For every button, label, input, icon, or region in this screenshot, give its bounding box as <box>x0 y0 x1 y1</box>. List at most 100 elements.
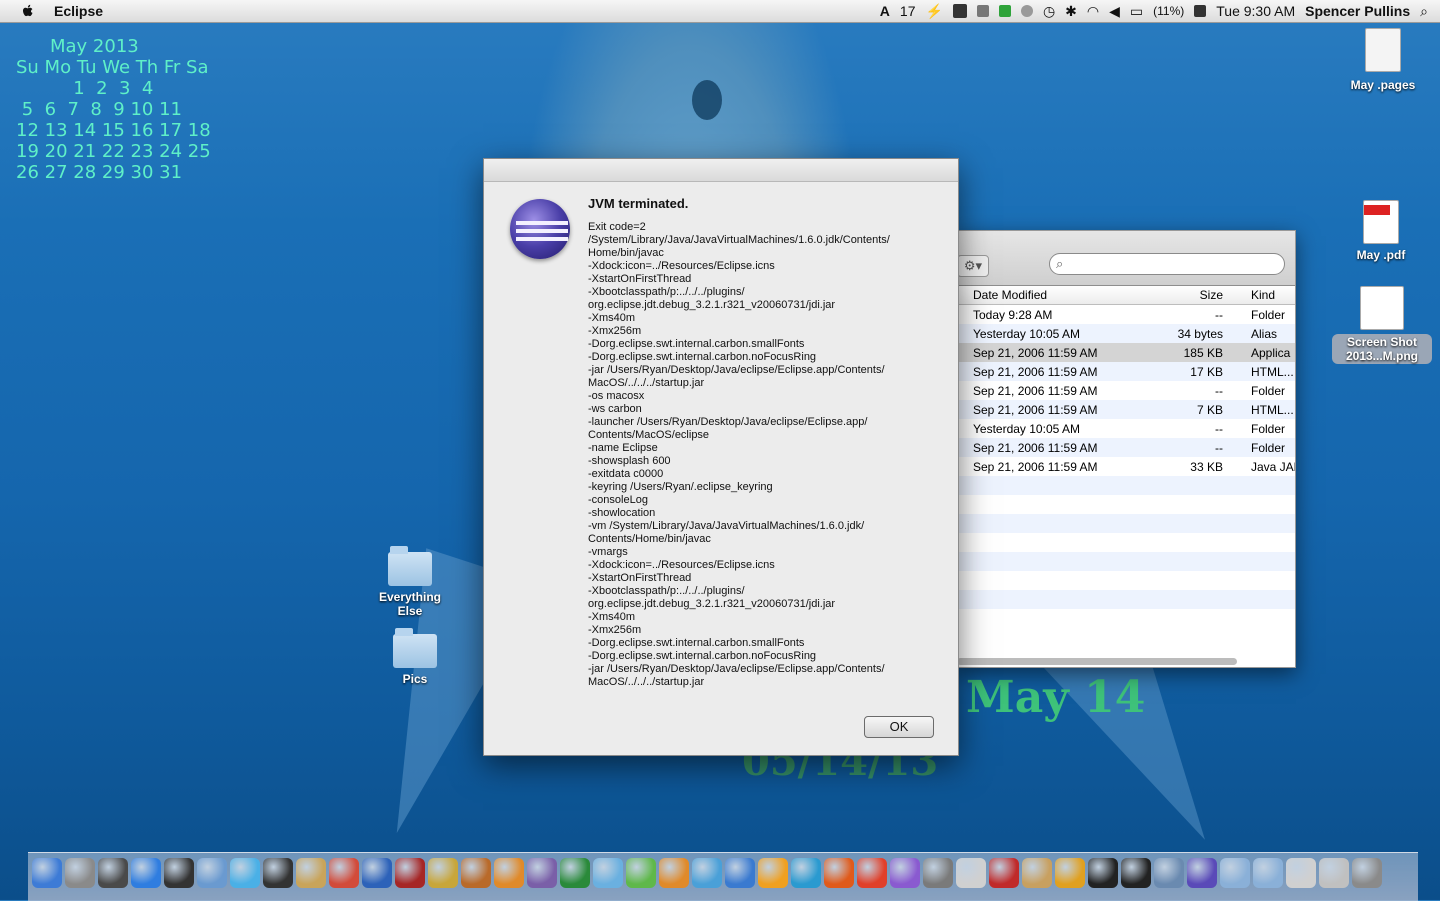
app-menu[interactable]: Eclipse <box>54 3 103 19</box>
ok-button[interactable]: OK <box>864 716 934 738</box>
volume-icon[interactable]: ◀ <box>1109 3 1120 20</box>
dock-app-icon[interactable] <box>98 858 128 888</box>
row-date: Yesterday 10:05 AM <box>973 421 1080 436</box>
dock-app-icon[interactable] <box>461 858 491 888</box>
table-row[interactable]: Sep 21, 2006 11:59 AM -- Folder <box>957 438 1295 457</box>
dock-app-icon[interactable] <box>65 858 95 888</box>
user-name[interactable]: Spencer Pullins <box>1305 3 1410 19</box>
battery-green-icon[interactable] <box>998 5 1011 17</box>
dock-app-icon[interactable] <box>725 858 755 888</box>
dock-app-icon[interactable] <box>1352 858 1382 888</box>
row-date: Sep 21, 2006 11:59 AM <box>973 364 1098 379</box>
spotlight-icon[interactable]: ⌕ <box>1420 3 1428 20</box>
disk-icon[interactable] <box>1020 5 1033 17</box>
row-size: -- <box>1215 421 1223 436</box>
row-size: 33 KB <box>1190 459 1223 474</box>
table-row[interactable]: Sep 21, 2006 11:59 AM 185 KB Applica <box>957 343 1295 362</box>
dock-app-icon[interactable] <box>1055 858 1085 888</box>
jvm-terminated-dialog: JVM terminated. Exit code=2 /System/Libr… <box>483 158 959 756</box>
desktop-icon-label: May .pages <box>1350 78 1416 92</box>
row-size: 34 bytes <box>1177 326 1223 341</box>
dock-app-icon[interactable] <box>395 858 425 888</box>
dock-app-icon[interactable] <box>1088 858 1118 888</box>
dock-app-icon[interactable] <box>230 858 260 888</box>
column-kind[interactable]: Kind <box>1237 288 1295 302</box>
wifi-icon[interactable]: ◠ <box>1087 3 1099 20</box>
dock-app-icon[interactable] <box>197 858 227 888</box>
desktop-icon-pdf[interactable]: May .pdf <box>1336 200 1426 262</box>
table-row[interactable]: Yesterday 10:05 AM -- Folder <box>957 419 1295 438</box>
dock-app-icon[interactable] <box>362 858 392 888</box>
table-row[interactable]: Sep 21, 2006 11:59 AM -- Folder <box>957 381 1295 400</box>
row-kind: Folder <box>1251 307 1286 322</box>
bluetooth-icon[interactable]: ✱ <box>1065 3 1077 20</box>
table-row[interactable]: Sep 21, 2006 11:59 AM 17 KB HTML... <box>957 362 1295 381</box>
lightning-icon[interactable]: ⚡ <box>926 3 943 20</box>
row-date: Sep 21, 2006 11:59 AM <box>973 459 1098 474</box>
table-row[interactable]: Sep 21, 2006 11:59 AM 7 KB HTML... <box>957 400 1295 419</box>
row-date: Yesterday 10:05 AM <box>973 326 1080 341</box>
dock-app-icon[interactable] <box>923 858 953 888</box>
dock-app-icon[interactable] <box>263 858 293 888</box>
desktop-icon-screenshot[interactable]: Screen Shot 2013...M.png <box>1332 286 1432 364</box>
dock-app-icon[interactable] <box>758 858 788 888</box>
date-widget-day: May 14 <box>966 672 1146 723</box>
column-date-modified[interactable]: Date Modified <box>957 288 1137 302</box>
desktop-icon-label: Screen Shot 2013...M.png <box>1332 334 1432 364</box>
dock-app-icon[interactable] <box>824 858 854 888</box>
dock-app-icon[interactable] <box>428 858 458 888</box>
search-input[interactable]: ⌕ <box>1049 253 1285 275</box>
apple-menu-icon[interactable] <box>20 3 36 19</box>
dock-app-icon[interactable] <box>164 858 194 888</box>
time-machine-icon[interactable]: ◷ <box>1043 3 1055 20</box>
grid-icon[interactable] <box>976 5 989 17</box>
battery-icon[interactable]: ▭ <box>1130 3 1143 20</box>
dock-app-icon[interactable] <box>527 858 557 888</box>
row-kind: HTML... <box>1251 364 1294 379</box>
dock-app-icon[interactable] <box>131 858 161 888</box>
calendar-week: 12 13 14 15 16 17 18 <box>16 120 211 141</box>
dock-app-icon[interactable] <box>494 858 524 888</box>
table-row[interactable]: Yesterday 10:05 AM 34 bytes Alias <box>957 324 1295 343</box>
dock-app-icon[interactable] <box>329 858 359 888</box>
battery-percent[interactable]: (11%) <box>1153 4 1184 18</box>
font-icon[interactable]: A <box>880 3 890 19</box>
desktop-icon-everything-else[interactable]: Everything Else <box>365 546 455 618</box>
calendar-widget: May 2013 Su Mo Tu We Th Fr Sa 1 2 3 4 5 … <box>16 36 211 183</box>
desktop-icon-pics[interactable]: Pics <box>370 628 460 686</box>
dock-app-icon[interactable] <box>296 858 326 888</box>
dock-app-icon[interactable] <box>1154 858 1184 888</box>
dock-app-icon[interactable] <box>956 858 986 888</box>
calendar-week: 1 2 3 4 <box>16 78 154 99</box>
desktop-icon-pages[interactable]: May .pages <box>1338 28 1428 92</box>
clock[interactable]: Tue 9:30 AM <box>1216 3 1295 19</box>
dock-app-icon[interactable] <box>692 858 722 888</box>
column-size[interactable]: Size <box>1137 288 1237 302</box>
dock-app-icon[interactable] <box>791 858 821 888</box>
status-count[interactable]: 17 <box>900 3 916 19</box>
dock-app-icon[interactable] <box>1187 858 1217 888</box>
monitor-icon[interactable] <box>952 4 967 18</box>
dock-app-icon[interactable] <box>1022 858 1052 888</box>
dock-app-icon[interactable] <box>989 858 1019 888</box>
empty-row <box>957 476 1295 495</box>
empty-row <box>957 552 1295 571</box>
dock-app-icon[interactable] <box>659 858 689 888</box>
dock-app-icon[interactable] <box>32 858 62 888</box>
horizontal-scrollbar[interactable] <box>957 658 1237 665</box>
table-row[interactable]: Sep 21, 2006 11:59 AM 33 KB Java JAR <box>957 457 1295 476</box>
dock-app-icon[interactable] <box>593 858 623 888</box>
dock-app-icon[interactable] <box>1220 858 1250 888</box>
calendar-icon[interactable] <box>1194 5 1207 17</box>
table-row[interactable]: Today 9:28 AM -- Folder <box>957 305 1295 324</box>
row-size: -- <box>1215 440 1223 455</box>
dock-app-icon[interactable] <box>890 858 920 888</box>
dock-app-icon[interactable] <box>626 858 656 888</box>
dock-app-icon[interactable] <box>1286 858 1316 888</box>
dock-app-icon[interactable] <box>857 858 887 888</box>
dock-app-icon[interactable] <box>1121 858 1151 888</box>
dock-app-icon[interactable] <box>1319 858 1349 888</box>
dock-app-icon[interactable] <box>1253 858 1283 888</box>
dock-app-icon[interactable] <box>560 858 590 888</box>
gear-icon[interactable]: ⚙▾ <box>957 255 989 277</box>
